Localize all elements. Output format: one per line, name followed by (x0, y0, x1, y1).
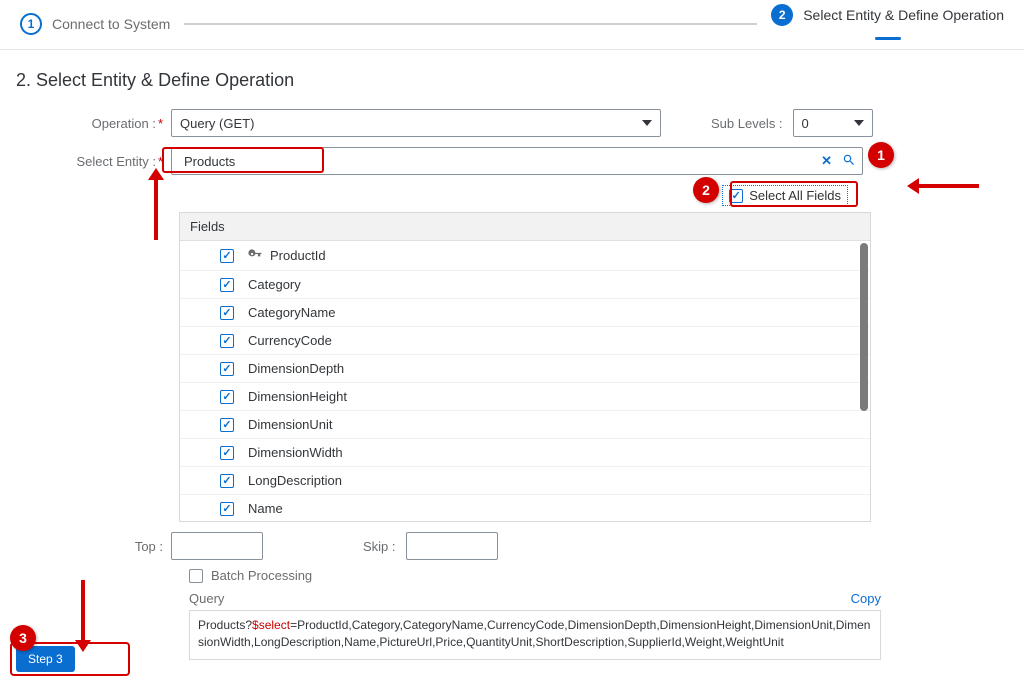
checkbox-checked-icon[interactable]: ✓ (220, 249, 234, 263)
operation-select[interactable]: Query (GET) (171, 109, 661, 137)
key-icon (248, 247, 262, 264)
field-name: Category (248, 277, 301, 292)
field-name: LongDescription (248, 473, 342, 488)
field-name: DimensionWidth (248, 445, 343, 460)
sublevels-select[interactable]: 0 (793, 109, 873, 137)
field-name: Name (248, 501, 283, 516)
operation-label: Operation : (16, 116, 171, 131)
checkbox-checked-icon[interactable]: ✓ (220, 362, 234, 376)
chevron-down-icon (854, 120, 864, 126)
operation-row: Operation : Query (GET) Sub Levels : 0 (16, 109, 1008, 137)
fields-list[interactable]: ✓ ProductId ✓ Category ✓ CategoryName ✓ Currenc… (180, 241, 870, 521)
checkbox-checked-icon[interactable]: ✓ (220, 334, 234, 348)
checkbox-checked-icon[interactable]: ✓ (220, 306, 234, 320)
fields-header: Fields (180, 213, 870, 241)
top-label: Top : (16, 539, 171, 554)
checkbox-checked-icon: ✓ (729, 189, 743, 203)
page-body: 2. Select Entity & Define Operation Oper… (0, 50, 1024, 672)
skip-label: Skip : (363, 539, 396, 554)
checkbox-checked-icon[interactable]: ✓ (220, 474, 234, 488)
field-row[interactable]: ✓ Category (180, 271, 870, 299)
checkbox-checked-icon[interactable]: ✓ (220, 502, 234, 516)
field-row[interactable]: ✓ Name (180, 495, 870, 521)
clear-icon[interactable]: ✕ (821, 153, 832, 169)
scrollbar-thumb[interactable] (860, 243, 868, 411)
batch-row: Batch Processing (16, 568, 1008, 583)
entity-row: Select Entity : Products ✕ (16, 147, 1008, 175)
step-label-1: Connect to System (52, 16, 170, 32)
operation-value: Query (GET) (180, 116, 254, 131)
field-row[interactable]: ✓ CurrencyCode (180, 327, 870, 355)
query-label: Query (189, 591, 224, 606)
sublevels-label: Sub Levels : (711, 116, 783, 131)
field-row[interactable]: ✓ LongDescription (180, 467, 870, 495)
top-input[interactable] (171, 532, 263, 560)
wizard-step-1[interactable]: 1 Connect to System (20, 13, 170, 35)
field-row[interactable]: ✓ DimensionDepth (180, 355, 870, 383)
field-row[interactable]: ✓ CategoryName (180, 299, 870, 327)
checkbox-checked-icon[interactable]: ✓ (220, 390, 234, 404)
query-textarea[interactable]: Products?$select=ProductId,Category,Cate… (189, 610, 881, 660)
field-name: DimensionHeight (248, 389, 347, 404)
step-label-2: Select Entity & Define Operation (803, 7, 1004, 23)
select-all-label: Select All Fields (749, 188, 841, 203)
chevron-down-icon (642, 120, 652, 126)
field-name: CategoryName (248, 305, 335, 320)
entity-input[interactable]: Products ✕ (171, 147, 863, 175)
top-skip-row: Top : Skip : (16, 532, 1008, 560)
skip-input[interactable] (406, 532, 498, 560)
sublevels-value: 0 (802, 116, 809, 131)
field-name: ProductId (270, 248, 326, 263)
select-all-fields-checkbox[interactable]: ✓ Select All Fields (722, 185, 848, 206)
section-title: 2. Select Entity & Define Operation (16, 70, 1008, 91)
copy-link[interactable]: Copy (851, 591, 881, 606)
wizard-step-2[interactable]: 2 Select Entity & Define Operation (771, 4, 1004, 43)
checkbox-checked-icon[interactable]: ✓ (220, 446, 234, 460)
query-prefix: Products? (198, 618, 252, 632)
wizard-connector (184, 23, 757, 25)
field-name: DimensionUnit (248, 417, 333, 432)
step-3-button[interactable]: Step 3 (16, 646, 75, 672)
field-row[interactable]: ✓ ProductId (180, 241, 870, 271)
field-row[interactable]: ✓ DimensionHeight (180, 383, 870, 411)
field-name: CurrencyCode (248, 333, 332, 348)
step-number-2: 2 (771, 4, 793, 26)
query-rest: =ProductId,Category,CategoryName,Currenc… (198, 618, 870, 649)
batch-label: Batch Processing (211, 568, 312, 583)
query-select-keyword: $select (252, 618, 290, 632)
field-row[interactable]: ✓ DimensionWidth (180, 439, 870, 467)
query-label-row: Query Copy (16, 591, 896, 606)
entity-value: Products (184, 154, 235, 169)
search-icon[interactable] (842, 153, 856, 170)
field-name: DimensionDepth (248, 361, 344, 376)
fields-panel: Fields ✓ProductId✓Category✓CategoryName✓… (179, 212, 871, 522)
field-row[interactable]: ✓ DimensionUnit (180, 411, 870, 439)
entity-label: Select Entity : (16, 154, 171, 169)
wizard-stepper: 1 Connect to System 2 Select Entity & De… (0, 0, 1024, 50)
step-number-1: 1 (20, 13, 42, 35)
checkbox-checked-icon[interactable]: ✓ (220, 418, 234, 432)
checkbox-checked-icon[interactable]: ✓ (220, 278, 234, 292)
batch-checkbox[interactable] (189, 569, 203, 583)
